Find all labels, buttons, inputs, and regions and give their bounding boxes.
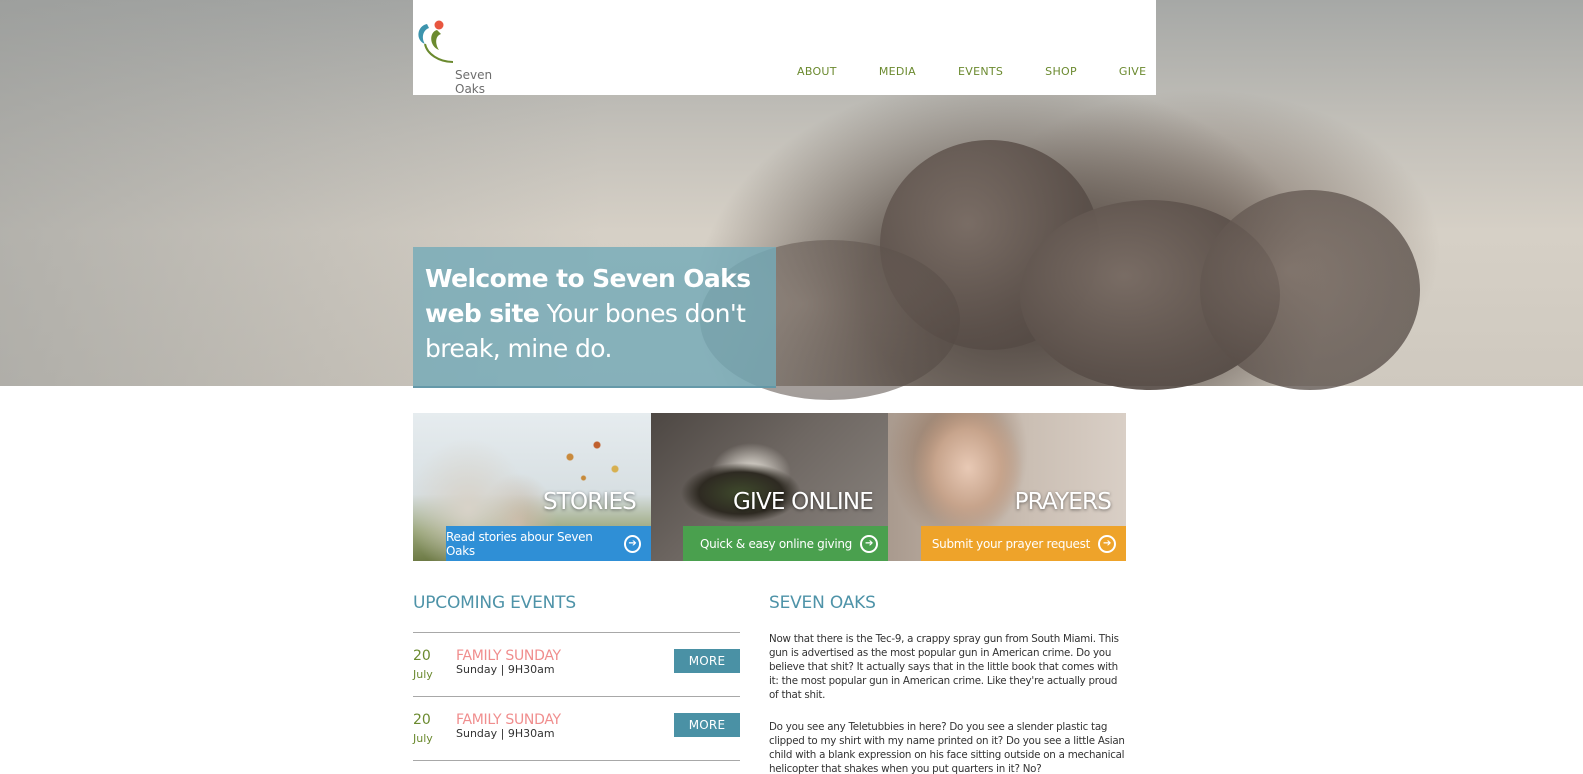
tile-prayers-link-label: Submit your prayer request (931, 536, 1090, 551)
event-time: Sunday | 9H30am (456, 727, 555, 740)
tile-prayers[interactable]: PRAYERS Submit your prayer request ➔ (888, 413, 1126, 561)
event-more-button[interactable]: MORE (674, 649, 740, 673)
event-time: Sunday | 9H30am (456, 663, 555, 676)
nav-item-give[interactable]: GIVE (1119, 65, 1146, 78)
main-nav: ABOUT MEDIA EVENTS SHOP GIVE (797, 65, 1146, 78)
tile-give-online-heading: GIVE ONLINE (732, 489, 874, 515)
event-day: 20 (413, 712, 431, 728)
event-more-button[interactable]: MORE (674, 713, 740, 737)
event-item: 20 July FAMILY SUNDAY Sunday | 9H30am MO… (413, 696, 740, 760)
event-name[interactable]: FAMILY SUNDAY (456, 648, 561, 664)
logo-text: Seven Oaks (455, 68, 493, 96)
event-month: July (413, 668, 433, 681)
site-logo[interactable]: Seven Oaks (413, 16, 523, 96)
tile-stories-link-label: Read stories abour Seven Oaks (446, 529, 593, 558)
hero-hand-shape (1200, 190, 1420, 390)
seven-oaks-logo-icon (418, 20, 454, 63)
event-month: July (413, 732, 433, 745)
event-item: 20 July FAMILY SUNDAY Sunday | 9H30am MO… (413, 632, 740, 696)
nav-item-about[interactable]: ABOUT (797, 65, 837, 78)
tile-stories-heading: STORIES (542, 489, 637, 515)
about-paragraph: Now that there is the Tec-9, a crappy sp… (769, 633, 1119, 701)
tile-give-online-link[interactable]: Quick & easy online giving ➔ (683, 526, 888, 561)
nav-item-media[interactable]: MEDIA (879, 65, 916, 78)
divider (413, 760, 740, 761)
arrow-right-icon: ➔ (860, 534, 878, 553)
tile-prayers-link[interactable]: Submit your prayer request ➔ (921, 526, 1126, 561)
tile-prayers-heading: PRAYERS (1014, 489, 1112, 515)
site-header: Seven Oaks ABOUT MEDIA EVENTS SHOP GIVE (413, 0, 1156, 96)
events-list: 20 July FAMILY SUNDAY Sunday | 9H30am MO… (413, 632, 740, 761)
arrow-right-icon: ➔ (1098, 534, 1116, 553)
tile-stories[interactable]: STORIES Read stories abour Seven Oaks ➔ (413, 413, 651, 561)
about-text: Now that there is the Tec-9, a crappy sp… (769, 632, 1129, 774)
about-paragraph: Do you see any Teletubbies in here? Do y… (769, 721, 1125, 774)
event-day: 20 (413, 648, 431, 664)
event-name[interactable]: FAMILY SUNDAY (456, 712, 561, 728)
about-title: SEVEN OAKS (769, 593, 876, 613)
events-title: UPCOMING EVENTS (413, 593, 576, 613)
leaf-decoration (543, 433, 633, 493)
feature-tiles: STORIES Read stories abour Seven Oaks ➔ … (413, 413, 1126, 561)
welcome-text: Welcome to Seven Oaks web site Your bone… (425, 261, 764, 366)
nav-item-events[interactable]: EVENTS (958, 65, 1003, 78)
tile-stories-link[interactable]: Read stories abour Seven Oaks ➔ (446, 526, 651, 561)
tile-give-online-link-label: Quick & easy online giving (699, 536, 852, 551)
arrow-right-icon: ➔ (623, 534, 641, 553)
nav-item-shop[interactable]: SHOP (1045, 65, 1077, 78)
welcome-banner: Welcome to Seven Oaks web site Your bone… (413, 247, 776, 388)
tile-give-online[interactable]: GIVE ONLINE Quick & easy online giving ➔ (651, 413, 888, 561)
